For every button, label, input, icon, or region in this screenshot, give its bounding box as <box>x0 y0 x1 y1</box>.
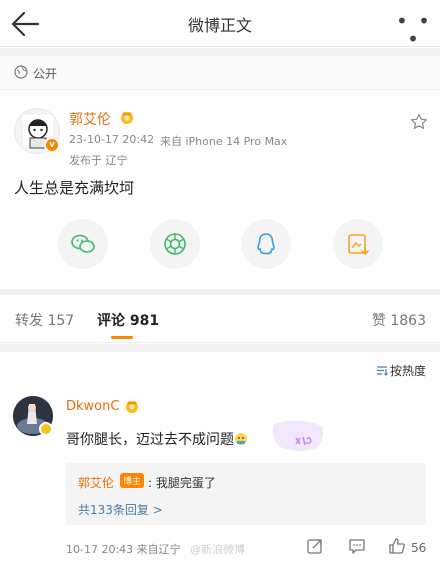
interaction-tabs: 转发 157 评论 981 赞 1863 <box>0 295 440 343</box>
post-time: 23-10-17 20:42 <box>69 133 155 146</box>
vip-crown-icon <box>126 401 138 413</box>
watermark: @新浪微博 <box>190 543 245 556</box>
reply-preview[interactable]: 郭艾伦 博主 : 我腿完蛋了 共133条回复 > <box>66 463 426 525</box>
share-icon[interactable] <box>306 537 324 555</box>
reply-text: : 我腿完蛋了 <box>148 476 216 490</box>
comment-bubble-decoration-icon <box>273 420 324 451</box>
favorite-star-icon[interactable] <box>410 113 428 131</box>
globe-icon <box>14 65 28 79</box>
tab-likes[interactable]: 赞 1863 <box>372 310 426 330</box>
verified-badge-icon: v <box>44 137 60 153</box>
top-navbar: 微博正文 • • • <box>0 0 440 49</box>
post-card: v 郭艾伦 23-10-17 20:42 来自 iPhone 14 Pro Ma… <box>0 91 440 289</box>
author-badge: 博主 <box>120 473 145 488</box>
more-options-icon[interactable]: • • • <box>396 11 432 49</box>
comment-time-location: 10-17 20:43 来自辽宁 <box>66 543 181 556</box>
reply-author-name[interactable]: 郭艾伦 <box>78 474 114 491</box>
share-wechat-button[interactable] <box>58 219 108 269</box>
vip-crown-icon <box>121 112 133 124</box>
active-tab-indicator <box>111 336 133 339</box>
comment-icon[interactable] <box>348 537 366 555</box>
visibility-row: 公开 <box>0 56 440 90</box>
share-moments-button[interactable] <box>150 219 200 269</box>
emoji-icon <box>235 433 247 445</box>
comment-item: DkwonC 哥你腿长，迈过去不成问题 郭艾伦 博主 : 我腿完蛋了 共133条… <box>0 386 440 564</box>
view-all-replies-link[interactable]: 共133条回复 > <box>78 501 163 518</box>
comment-like-count: 56 <box>411 541 427 555</box>
divider <box>0 48 440 56</box>
share-qq-button[interactable] <box>241 219 291 269</box>
sort-row: 按热度 <box>0 352 440 386</box>
divider <box>0 344 440 352</box>
tab-comments[interactable]: 评论 981 <box>97 310 159 330</box>
moments-icon <box>164 233 186 255</box>
sort-icon <box>376 366 388 376</box>
visibility-label: 公开 <box>33 67 58 81</box>
commenter-name[interactable]: DkwonC <box>66 399 119 414</box>
album-icon <box>348 234 369 256</box>
sort-label: 按热度 <box>389 364 426 378</box>
comment-text: 哥你腿长，迈过去不成问题 <box>66 429 248 449</box>
verified-badge-icon <box>39 422 53 436</box>
page-title: 微博正文 <box>187 16 252 35</box>
save-image-button[interactable] <box>333 219 383 269</box>
tab-repost[interactable]: 转发 157 <box>15 310 74 330</box>
sort-by-hot-button[interactable]: 按热度 <box>376 362 426 379</box>
post-source: 来自 iPhone 14 Pro Max <box>160 135 288 148</box>
like-thumb-icon[interactable] <box>388 537 406 555</box>
comment-text-content: 哥你腿长，迈过去不成问题 <box>66 432 234 448</box>
post-author-name[interactable]: 郭艾伦 <box>69 109 111 129</box>
qq-icon <box>257 233 275 255</box>
post-content: 人生总是充满坎坷 <box>14 179 135 197</box>
post-location: 发布于 辽宁 <box>69 154 128 167</box>
wechat-icon <box>71 234 95 253</box>
